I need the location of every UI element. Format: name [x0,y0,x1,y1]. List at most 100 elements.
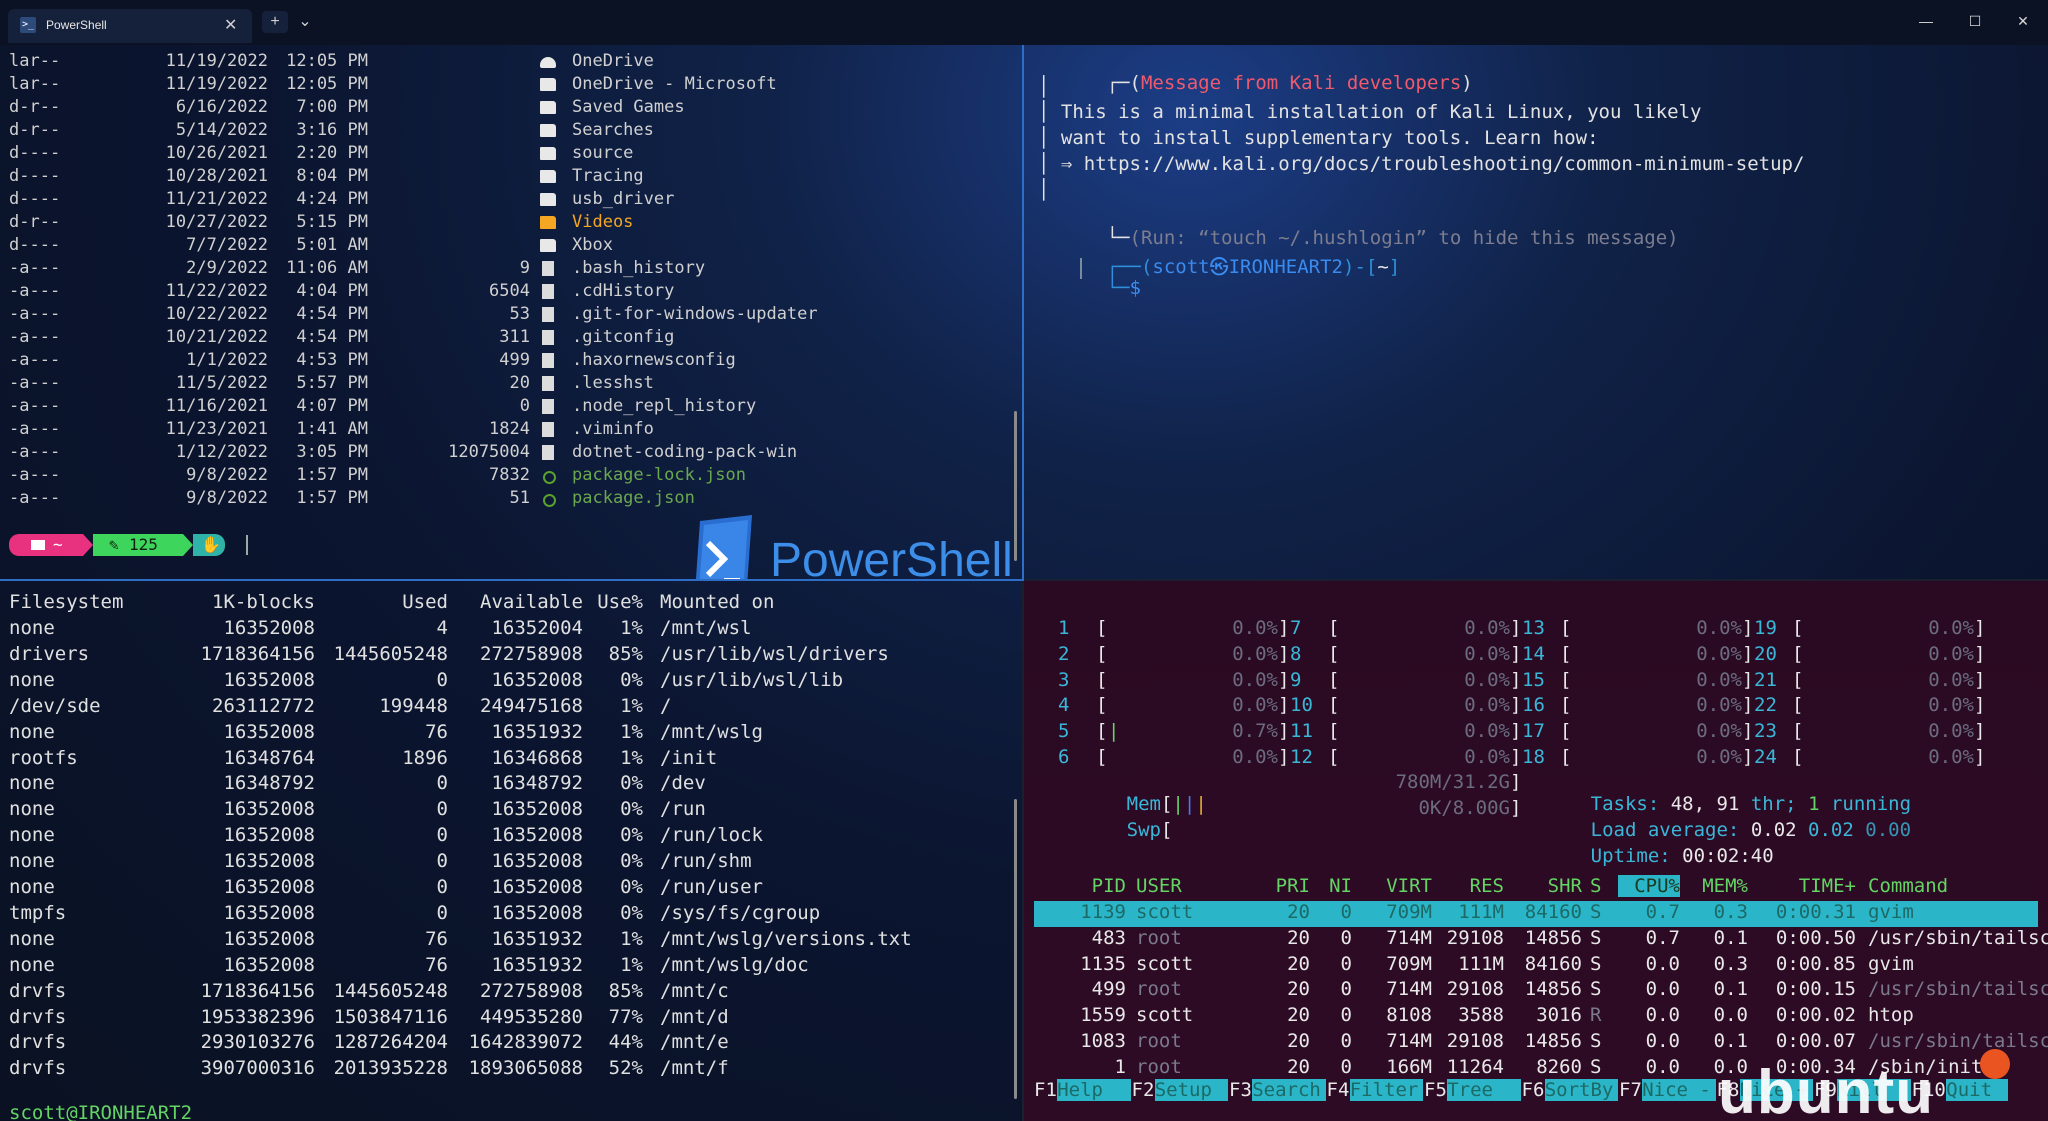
column-header-virt[interactable]: VIRT [1360,875,1432,897]
fkey-f5[interactable]: F5 [1424,1079,1447,1101]
df-mounted-on: /mnt/wsl [660,617,752,639]
proc-res: 29108 [1446,1030,1504,1052]
column-header-time[interactable]: TIME+ [1756,875,1856,897]
cpu-bracket-close: ] [1278,694,1290,717]
kali-docs-link[interactable]: │ ⇒ https://www.kali.org/docs/troublesho… [1038,153,1804,175]
file-name[interactable]: package-lock.json [572,465,746,485]
fkey-label[interactable]: Help [1057,1079,1131,1101]
pane-divider-vertical[interactable] [1022,45,1024,579]
file-name[interactable]: OneDrive - Microsoft [572,74,777,94]
table-row[interactable]: 499 root 20 0 714M 29108 14856 S 0.0 0.1 0:00.15/u… [1034,978,2048,1004]
df-use-pct: 1% [620,617,643,639]
fkey-label[interactable]: SortBy [1544,1079,1619,1101]
file-name[interactable]: OneDrive [572,51,654,71]
df-mounted-on: /run/lock [660,824,763,847]
table-row[interactable]: 1139 scott 20 0 709M 111M 84160 S 0.7 0.3 0:00.31 g… [1034,901,2038,927]
proc-cpu: 0.0 [1645,952,1680,975]
file-name[interactable]: usb_driver [572,189,674,209]
fkey-label[interactable]: Search [1252,1079,1326,1101]
file-time: 7:00 PM [296,97,368,117]
file-name[interactable]: Tracing [572,166,644,186]
file-mode: d-r-- [9,97,61,117]
pane-divider-horizontal[interactable] [1024,579,2048,581]
tab-powershell[interactable]: >_ PowerShell ✕ [8,9,252,43]
column-header-res[interactable]: RES [1432,875,1504,897]
column-header-pid[interactable]: PID [1034,875,1126,897]
df-pane[interactable]: Filesystem 1K-blocks Used Available Use% Moun… [0,581,1022,1121]
file-size: 1824 [489,419,530,439]
column-header-ni[interactable]: NI [1318,875,1352,897]
kali-input-line[interactable]: └─$ [1038,255,1141,321]
file-name[interactable]: Saved Games [572,97,685,117]
fkey-f3[interactable]: F3 [1229,1079,1252,1101]
swp-bracket-open: [ [1160,819,1173,841]
pane-divider-horizontal[interactable] [0,579,1024,581]
column-header-pri[interactable]: PRI [1246,875,1310,897]
cpu-number: 9 [1290,668,1302,691]
proc-shr: 14856 [1524,978,1582,1001]
fkey-label[interactable]: Nice - [1642,1079,1716,1101]
fkey-label[interactable]: Filter [1349,1079,1424,1101]
file-name[interactable]: dotnet-coding-pack-win [572,442,797,462]
table-row[interactable]: 1083 root 20 0 714M 29108 14856 S 0.0 0.1 0:00.07 /… [1034,1030,2048,1056]
file-mode: -a--- [9,373,61,393]
kali-pane[interactable]: ┌─(Message from Kali developers) │ │ Thi… [1024,45,2048,579]
column-header-user[interactable]: USER [1136,875,1236,897]
file-name[interactable]: .node_repl_history [572,396,756,416]
column-header-s[interactable]: S [1590,875,1610,897]
proc-user: root [1136,1055,1182,1078]
file-icon [542,376,554,391]
fkey-label[interactable]: Tree [1447,1079,1521,1101]
table-row[interactable]: 1135 scott 20 0 709M 111M 84160 S 0.0 0.3 0:00.85 g… [1034,953,2038,979]
htop-pane[interactable]: 1[0.0%] 2[0.0%] 3[0.0%] 4[0.0%] 5[| 0.7%] 6[0.… [1024,581,2048,1121]
fkey-label[interactable]: Setup [1154,1079,1229,1101]
file-name[interactable]: Searches [572,120,654,140]
fkey-f1[interactable]: F1 [1034,1079,1057,1101]
file-name[interactable]: package.json [572,488,695,508]
file-name[interactable]: .lesshst [572,373,654,393]
scrollbar[interactable] [1014,799,1017,1099]
table-row[interactable]: 483 root 20 0 714M 29108 14856 S 0.7 0.1 0:00.50/u… [1034,926,2048,953]
cpu-bracket-open: [ [1560,720,1572,743]
df-used: 0 [436,901,448,924]
file-name[interactable]: .cdHistory [572,281,674,301]
fkey-f4[interactable]: F4 [1327,1079,1350,1101]
df-blocks: 1718364156 [200,979,315,1002]
maximize-button[interactable]: ☐ [1952,8,1998,34]
df-prompt[interactable]: scott@IRONHEART2 :~$ [0,1080,192,1121]
close-tab-button[interactable]: ✕ [224,15,237,35]
fkey-f2[interactable]: F2 [1132,1079,1155,1101]
file-date: 2/9/2022 [186,258,268,278]
proc-pri: 20 [1287,926,1310,949]
proc-mem: 0.1 [1713,978,1748,1001]
file-name[interactable]: Xbox [572,235,613,255]
tab-dropdown-button[interactable]: ⌄ [292,11,318,33]
table-row[interactable]: 1559 scott 20 0 8108 3588 3016 R 0.0 0.0 0:00.02 ht… [1034,1004,2038,1030]
column-header-command[interactable]: Command [1868,875,2048,897]
minimize-button[interactable]: — [1903,8,1949,34]
file-name[interactable]: .git-for-windows-updater [572,304,818,324]
cpu-bar: | [1108,720,1120,743]
new-tab-button[interactable]: + [262,11,288,33]
powershell-pane[interactable]: lar-- 11/19/2022 12:05 PM OneDrive lar-- 11/1… [0,45,1022,579]
proc-pid: 1 [1114,1055,1126,1078]
file-name[interactable]: Videos [572,212,633,232]
column-header-cpu[interactable]: CPU% [1618,875,1680,897]
fkey-f6[interactable]: F6 [1522,1079,1545,1101]
file-name[interactable]: .haxornewsconfig [572,350,736,370]
fkey-f7[interactable]: F7 [1619,1079,1642,1101]
file-name[interactable]: .viminfo [572,419,654,439]
close-window-button[interactable]: ✕ [2000,8,2046,34]
file-icon [542,261,554,276]
column-header-mem[interactable]: MEM% [1688,875,1748,897]
column-header-shr[interactable]: SHR [1504,875,1582,897]
file-name[interactable]: source [572,143,633,163]
file-name[interactable]: .bash_history [572,258,705,278]
cpu-bracket-open: [ [1328,746,1340,768]
fkey-label[interactable]: Quit [1946,1079,2009,1101]
pane-divider-vertical[interactable] [1022,579,1024,1121]
file-name[interactable]: .gitconfig [572,327,674,347]
file-date: 5/14/2022 [175,120,268,140]
proc-pid: 1135 [1080,952,1126,975]
scrollbar[interactable] [1014,411,1017,561]
